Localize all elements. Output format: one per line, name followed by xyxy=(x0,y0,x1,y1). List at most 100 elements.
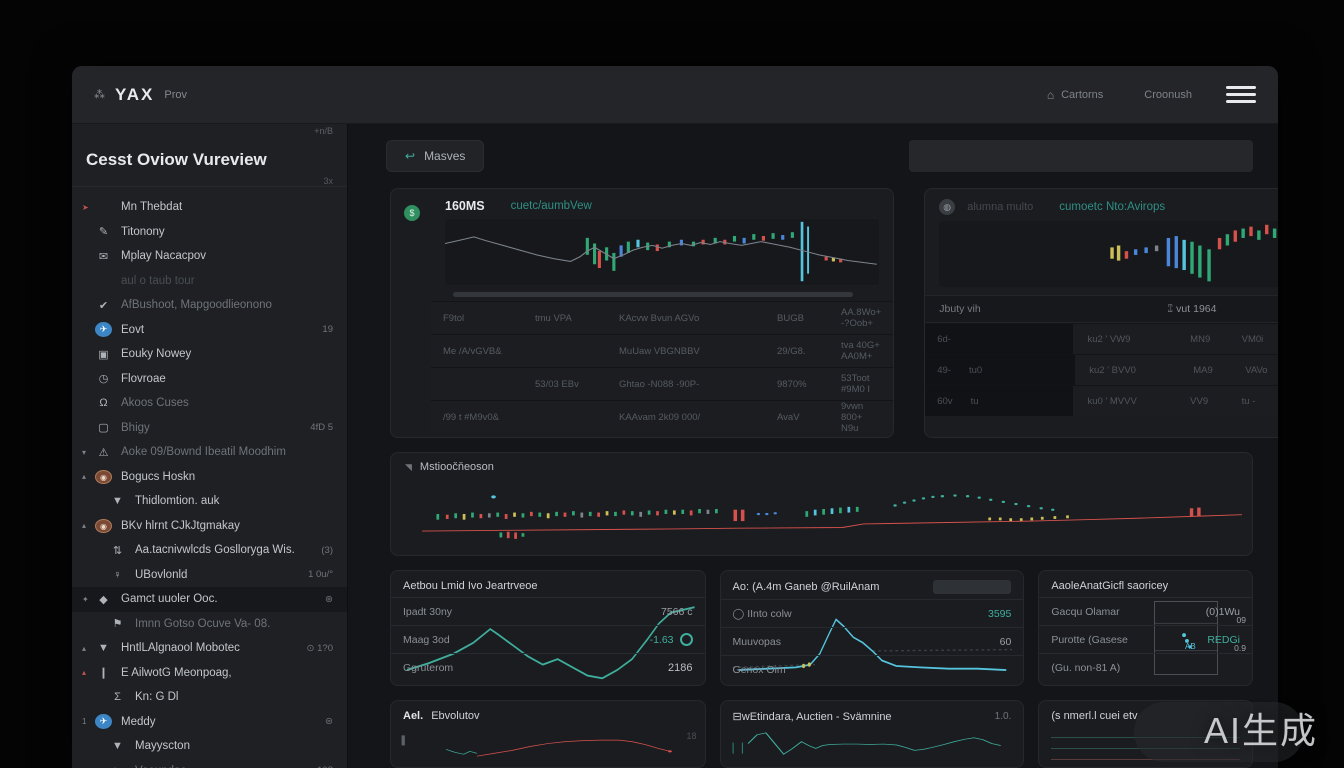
stat-value: 3595 xyxy=(988,608,1011,620)
main-area: ↩ Masves $ 160MS xyxy=(348,124,1278,768)
table-row[interactable]: 53/03 EBv Ghtao -N088 -90P- 9870% 53Toot… xyxy=(431,367,893,400)
expand-caret-icon[interactable]: ➤ xyxy=(82,203,95,212)
sidebar-item[interactable]: ♀ UBovlonld 1 0u/° xyxy=(72,563,347,588)
sidebar-item[interactable]: ⇅ Aa.tacnivwlcds Goslloryga Wis. (3) xyxy=(72,538,347,563)
sidebar-item-icon: ↘ xyxy=(109,764,126,768)
gutter-glyph: ❘❘ xyxy=(729,741,747,754)
sidebar-item[interactable]: ▼ Mayyscton xyxy=(72,734,347,759)
candlestick-chart-right[interactable] xyxy=(939,221,1278,287)
stat-row[interactable]: ◯ IInto colw 3595 xyxy=(721,599,1024,627)
sidebar-item-value: ⊜ xyxy=(325,716,333,727)
sidebar-item-value: 4fD 5 xyxy=(310,422,333,433)
expand-caret-icon[interactable]: ▴ xyxy=(82,521,95,530)
sidebar-item[interactable]: Ω Akoos Cuses xyxy=(72,391,347,416)
logo-mark-icon: ⁂ xyxy=(94,88,105,101)
stat-row[interactable]: Ggruterom 2186 xyxy=(391,653,705,681)
chart-hscrollbar[interactable] xyxy=(453,292,853,297)
sidebar-item-icon: ❙ xyxy=(95,666,112,679)
table-row[interactable]: 60v tu ku0 ' MVVV VV9 tu - 59TC s tu I xyxy=(925,385,1278,416)
nav-right-label: Cartorns xyxy=(1061,89,1103,101)
expand-caret-icon[interactable]: ▴ xyxy=(82,472,95,481)
sidebar-item[interactable]: ◷ Flovroae xyxy=(72,367,347,392)
candlestick-chart-left[interactable] xyxy=(445,219,879,285)
stat-row[interactable]: Maag 3od -1.63 xyxy=(391,625,705,653)
top-nav-right: ⌂ Cartorns Croonush xyxy=(1047,86,1256,103)
sidebar-item[interactable]: Σ Kn: G Dl xyxy=(72,685,347,710)
sidebar-item[interactable]: ➤ Mn Thebdat xyxy=(72,195,347,220)
logo[interactable]: ⁂ YAX Prov xyxy=(94,85,187,105)
expand-caret-icon[interactable]: ▴ xyxy=(82,644,95,653)
stat-label: Gacqu Olamar xyxy=(1051,606,1119,618)
stat-row[interactable]: Gacqu Olamar (0)1Wu xyxy=(1039,597,1252,625)
sidebar-item[interactable]: ▼ Thidlomtion. auk xyxy=(72,489,347,514)
symbol-label: 160MS xyxy=(445,199,485,213)
sidebar-item[interactable]: aul o taub tour xyxy=(72,269,347,294)
sidebar-item[interactable]: ⚑ Imnn Gotso Ocuve Va- 08. xyxy=(72,612,347,637)
compare-link[interactable]: cumoetc Nto:Avirops xyxy=(1059,201,1165,213)
menu-icon[interactable] xyxy=(1226,86,1256,103)
card-limits: Aetbou Lmid Ivo Jeartrveoe Ipadt 30ny 75… xyxy=(390,570,706,686)
main-toolbar: ↩ Masves xyxy=(348,124,1278,174)
table-row[interactable]: F9tol tmu VPA KAcvw Bvun AGVo BUGB AA.8W… xyxy=(431,301,893,334)
stat-row[interactable]: Muuvopas 60 xyxy=(721,627,1024,655)
sidebar-item-icon: Σ xyxy=(109,691,126,703)
sidebar-item-label: Aoke 09/Bownd Ibeatil Moodhim xyxy=(121,446,325,458)
table-row[interactable]: 6d- ku2 ' VW9 MN9 VM0i tu t xyxy=(925,323,1278,354)
collapse-caret-icon[interactable]: ◥ xyxy=(405,462,412,473)
wide-candle-line-chart[interactable] xyxy=(401,477,1242,541)
stat-row[interactable]: Ipadt 30ny 7566 c xyxy=(391,597,705,625)
nav-right-link[interactable]: Croonush xyxy=(1137,89,1192,101)
back-button[interactable]: ↩ Masves xyxy=(386,140,484,172)
expand-caret-icon[interactable]: ▾ xyxy=(82,448,95,457)
teal-line-chart[interactable] xyxy=(741,729,1008,763)
sidebar-item[interactable]: ▴ ◉ Bogucs Hoskn xyxy=(72,465,347,490)
red-line-chart[interactable] xyxy=(415,729,681,763)
coin-icon: $ xyxy=(404,205,420,221)
sidebar-item[interactable]: ▾ ⚠ Aoke 09/Bownd Ibeatil Moodhim xyxy=(72,440,347,465)
sidebar-item-icon: ▣ xyxy=(95,348,112,361)
stat-row[interactable]: (Gu. non-81 A) xyxy=(1039,653,1252,681)
sidebar-item[interactable]: 1 ✈ Meddy ⊜ xyxy=(72,710,347,735)
row-chip: 60v tu xyxy=(925,386,1073,416)
card-title-row: Ao: (A.4m Ganeb @RuilAnam xyxy=(721,571,1024,599)
expand-caret-icon[interactable]: ✦ xyxy=(82,595,95,604)
sidebar-item[interactable]: ▴ ❙ E AilwotG Meonpoag, xyxy=(72,661,347,686)
sidebar-item-icon: ▼ xyxy=(109,740,126,752)
nav-right-link[interactable]: ⌂ Cartorns xyxy=(1047,88,1103,102)
row-chip: 6d- xyxy=(925,324,1073,354)
logo-suffix: Prov xyxy=(164,89,187,101)
sidebar-item[interactable]: ▴ ◉ BKv hlrnt CJkJtgmakay xyxy=(72,514,347,539)
sidebar-item[interactable]: ▴ ▼ HntlLAlgnaool Mobotec ⊙ 1?0 xyxy=(72,636,347,661)
top-nav: ⁂ YAX Prov ⌂ Cartorns Croonush xyxy=(72,66,1278,124)
stat-value: 7566 c xyxy=(661,606,693,618)
candle-view-link[interactable]: cuetc/aumbVew xyxy=(511,200,592,212)
quotes-table-right: 6d- ku2 ' VW9 MN9 VM0i tu t xyxy=(925,323,1278,416)
sidebar-item[interactable]: ✈ Eovt 19 xyxy=(72,318,347,343)
sidebar-item-label: UBovlonld xyxy=(135,569,300,581)
sidebar-item[interactable]: ✔ AfBushoot, Mapgoodlieonono xyxy=(72,293,347,318)
sidebar-item[interactable]: ✎ Titonony xyxy=(72,220,347,245)
back-icon: ↩ xyxy=(405,149,415,163)
stat-row[interactable]: Genox Oim xyxy=(721,655,1024,683)
sidebar-item[interactable]: ✉ Mplay Nacacpov xyxy=(72,244,347,269)
expand-caret-icon[interactable]: 1 xyxy=(82,717,95,726)
search-input[interactable] xyxy=(909,140,1253,172)
sidebar-item-label: AfBushoot, Mapgoodlieonono xyxy=(121,299,325,311)
expand-caret-icon[interactable]: ▴ xyxy=(82,668,95,677)
sidebar-item[interactable]: ▢ Bhigy 4fD 5 xyxy=(72,416,347,441)
sidebar-item-value: 1 0u/° xyxy=(308,569,333,580)
table-row[interactable]: 49- tu0 ku2 ' BVV0 MA9 VAVo AVV0 s tu xyxy=(925,354,1278,385)
sidebar-item-label: Kn: G Dl xyxy=(135,691,325,703)
sidebar-item[interactable]: ✦ ◆ Gamct uuoler Ooc. ⊛ xyxy=(72,587,347,612)
sidebar-item[interactable]: ▣ Eouky Nowey xyxy=(72,342,347,367)
coin-icon: ◍ xyxy=(939,199,955,215)
sidebar-corner-note-2: 3x xyxy=(323,176,333,186)
card-title: Aetbou Lmid Ivo Jeartrveoe xyxy=(391,571,705,597)
sidebar-item-icon: ▢ xyxy=(95,421,112,434)
table-row[interactable]: Me /A/vGVB& MuUaw VBGNBBV 29/G8. tva 40G… xyxy=(431,334,893,367)
table-row[interactable]: /99 t #M9v0& KAAvam 2k09 000/ AvaV 9vwn … xyxy=(431,400,893,433)
sidebar-item[interactable]: ↘ Vooundae 108 xyxy=(72,759,347,768)
sidebar-item-icon: ▼ xyxy=(109,495,126,507)
stat-row[interactable]: Purotte (Gasese REDGi xyxy=(1039,625,1252,653)
mini-filter-input[interactable] xyxy=(933,580,1011,594)
